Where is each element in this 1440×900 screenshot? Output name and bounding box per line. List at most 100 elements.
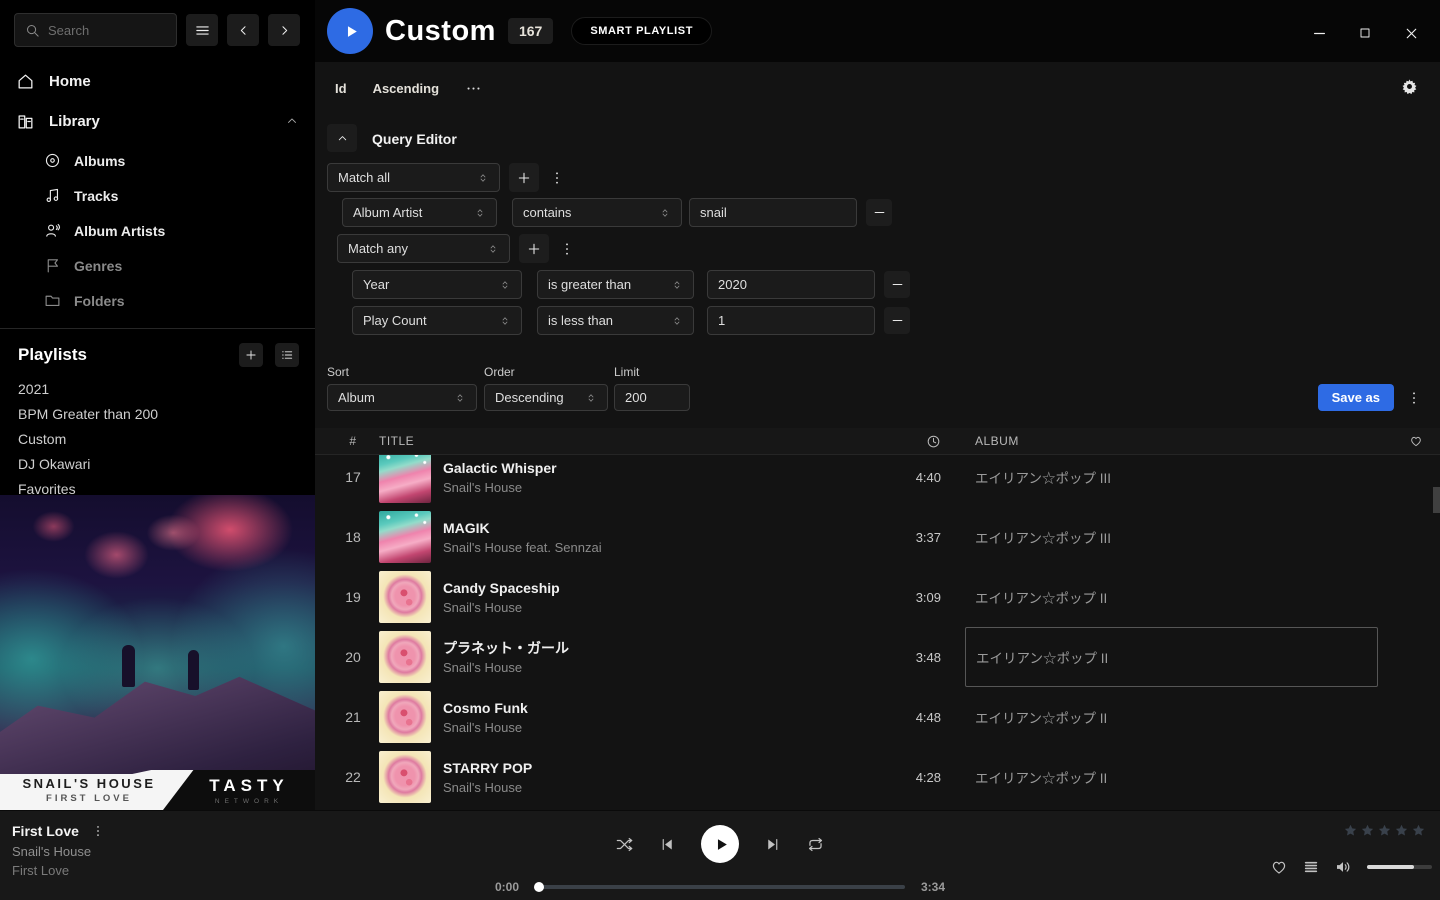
- sidebar-item-home[interactable]: Home: [0, 67, 315, 95]
- rule-field-select[interactable]: Year: [352, 270, 522, 299]
- previous-track-button[interactable]: [659, 836, 676, 853]
- now-playing-options-icon[interactable]: [91, 824, 105, 838]
- star-icon[interactable]: [1394, 823, 1409, 838]
- column-album[interactable]: ALBUM: [947, 434, 1392, 448]
- repeat-button[interactable]: [806, 835, 825, 854]
- group-options-button[interactable]: [547, 163, 567, 192]
- track-album-focused-cell[interactable]: エイリアン☆ポップ II: [965, 627, 1378, 687]
- save-as-button[interactable]: Save as: [1318, 384, 1394, 411]
- window-minimize-button[interactable]: [1304, 22, 1334, 44]
- now-playing-album[interactable]: First Love: [12, 863, 105, 878]
- table-row[interactable]: 20 プラネット・ガール Snail's House 3:48 エイリアン☆ポッ…: [315, 627, 1440, 687]
- track-album[interactable]: エイリアン☆ポップ II: [947, 687, 1392, 747]
- collapse-chevron-icon[interactable]: [285, 114, 299, 128]
- play-playlist-button[interactable]: [327, 8, 373, 54]
- sidebar-item-tracks[interactable]: Tracks: [0, 178, 315, 213]
- track-album[interactable]: エイリアン☆ポップ III: [947, 455, 1392, 507]
- play-pause-button[interactable]: [701, 825, 739, 863]
- minus-icon: [890, 313, 905, 328]
- select-caret-icon: [659, 207, 671, 219]
- playlist-item[interactable]: Custom: [0, 427, 315, 452]
- track-album[interactable]: エイリアン☆ポップ II: [947, 567, 1392, 627]
- favorite-column-heart-icon[interactable]: [1392, 434, 1440, 448]
- playlist-item[interactable]: 2021: [0, 377, 315, 402]
- search-input[interactable]: [48, 23, 166, 38]
- seek-slider[interactable]: [535, 885, 905, 889]
- more-options-icon[interactable]: [465, 80, 482, 97]
- duration-column-clock-icon[interactable]: [887, 434, 947, 449]
- table-row[interactable]: 21 Cosmo Funk Snail's House 4:48 エイリアン☆ポ…: [315, 687, 1440, 747]
- sidebar-item-album-artists[interactable]: Album Artists: [0, 213, 315, 248]
- rule-value-input[interactable]: [707, 306, 875, 335]
- scrollbar[interactable]: [1432, 455, 1440, 810]
- gear-icon[interactable]: [1401, 78, 1418, 95]
- menu-button[interactable]: [186, 14, 218, 46]
- rule-operator-select[interactable]: is greater than: [537, 270, 694, 299]
- remove-rule-button[interactable]: [866, 199, 892, 226]
- volume-button[interactable]: [1334, 858, 1352, 876]
- rule-operator-select[interactable]: is less than: [537, 306, 694, 335]
- now-playing-info[interactable]: First Love Snail's House First Love: [12, 823, 105, 878]
- volume-slider[interactable]: [1367, 865, 1432, 869]
- limit-input[interactable]: [614, 384, 690, 411]
- seek-slider-knob[interactable]: [534, 882, 544, 892]
- table-row[interactable]: 19 Candy Spaceship Snail's House 3:09 エイ…: [315, 567, 1440, 627]
- queue-button[interactable]: [1303, 859, 1319, 875]
- sidebar-item-genres[interactable]: Genres: [0, 248, 315, 283]
- remove-rule-button[interactable]: [884, 271, 910, 298]
- rule-value-input[interactable]: [689, 198, 857, 227]
- table-row[interactable]: 17 Galactic Whisper Snail's House 4:40 エ…: [315, 455, 1440, 507]
- window-maximize-button[interactable]: [1350, 22, 1380, 44]
- nav-back-button[interactable]: [227, 14, 259, 46]
- query-editor-collapse-button[interactable]: [327, 124, 357, 152]
- column-title[interactable]: TITLE: [379, 434, 887, 448]
- manage-playlists-button[interactable]: [275, 343, 299, 367]
- window-close-button[interactable]: [1396, 22, 1426, 44]
- star-icon[interactable]: [1360, 823, 1375, 838]
- sort-field-button[interactable]: Id: [335, 81, 347, 96]
- favorite-button[interactable]: [1270, 858, 1288, 876]
- scrollbar-thumb[interactable]: [1433, 487, 1440, 513]
- rule-operator-select[interactable]: contains: [512, 198, 682, 227]
- save-options-button[interactable]: [1404, 384, 1424, 411]
- playlist-item[interactable]: BPM Greater than 200: [0, 402, 315, 427]
- table-row[interactable]: 18 MAGIK Snail's House feat. Sennzai 3:3…: [315, 507, 1440, 567]
- star-icon[interactable]: [1343, 823, 1358, 838]
- star-icon[interactable]: [1411, 823, 1426, 838]
- search-box[interactable]: [14, 13, 177, 47]
- add-playlist-button[interactable]: [239, 343, 263, 367]
- sidebar-item-folders[interactable]: Folders: [0, 283, 315, 318]
- skip-next-icon: [764, 836, 781, 853]
- rule-field-select[interactable]: Play Count: [352, 306, 522, 335]
- sidebar-item-library[interactable]: Library: [0, 107, 315, 135]
- track-title: Galactic Whisper: [443, 458, 557, 478]
- rule-value-input[interactable]: [707, 270, 875, 299]
- next-track-button[interactable]: [764, 836, 781, 853]
- match-select[interactable]: Match any: [337, 234, 510, 263]
- remove-rule-button[interactable]: [884, 307, 910, 334]
- now-playing-album-art[interactable]: TASTY NETWORK SNAIL'S HOUSE FIRST LOVE: [0, 495, 315, 810]
- track-album[interactable]: エイリアン☆ポップ II: [947, 747, 1392, 807]
- table-row[interactable]: 22 STARRY POP Snail's House 4:28 エイリアン☆ポ…: [315, 747, 1440, 807]
- track-album[interactable]: エイリアン☆ポップ III: [947, 507, 1392, 567]
- rating-stars[interactable]: [1343, 823, 1426, 838]
- match-select[interactable]: Match all: [327, 163, 500, 192]
- sort-select[interactable]: Album: [327, 384, 477, 411]
- sidebar-item-albums[interactable]: Albums: [0, 143, 315, 178]
- shuffle-icon: [615, 835, 634, 854]
- rule-field-select[interactable]: Album Artist: [342, 198, 497, 227]
- hamburger-icon: [194, 22, 211, 39]
- star-icon[interactable]: [1377, 823, 1392, 838]
- order-select[interactable]: Descending: [484, 384, 608, 411]
- playlists-heading: Playlists: [18, 345, 227, 365]
- add-rule-button[interactable]: [519, 234, 549, 263]
- group-options-button[interactable]: [557, 234, 577, 263]
- sort-direction-button[interactable]: Ascending: [373, 81, 439, 96]
- add-rule-button[interactable]: [509, 163, 539, 192]
- shuffle-button[interactable]: [615, 835, 634, 854]
- sort-label: Sort: [327, 365, 349, 379]
- now-playing-artist[interactable]: Snail's House: [12, 844, 105, 859]
- column-number[interactable]: #: [327, 434, 379, 448]
- playlist-item[interactable]: DJ Okawari: [0, 452, 315, 477]
- nav-forward-button[interactable]: [268, 14, 300, 46]
